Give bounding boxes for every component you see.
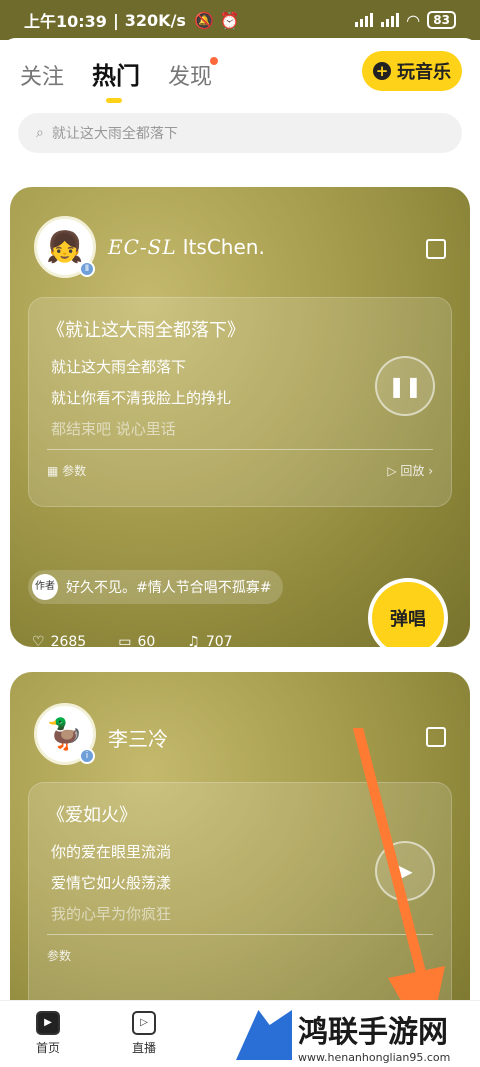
- network-speed: 320K/s: [124, 10, 186, 30]
- topic-text: 好久不见。#情人节合唱不孤寡#: [66, 580, 272, 596]
- post-stats: ♡ 2685 ▭ 60 ♫ 707: [32, 634, 233, 647]
- main-sheet: 关注 热门 发现 + 玩音乐 ⌕ 就让这大雨全都落下 👧 Ⅱ EC-SL ItsC…: [0, 38, 480, 1067]
- params-label[interactable]: 参数: [47, 947, 71, 964]
- sing-button[interactable]: 弹唱: [368, 578, 448, 647]
- notification-dot: [210, 57, 219, 65]
- nav-home[interactable]: ▶ 首页: [18, 1011, 78, 1056]
- comment-stat[interactable]: ▭ 60: [118, 634, 155, 647]
- pause-icon[interactable]: ❚❚: [375, 356, 435, 416]
- nav-live-label: 直播: [131, 1041, 156, 1055]
- avatar[interactable]: 🦆 i: [34, 703, 96, 765]
- song-title: 《就让这大雨全都落下》: [47, 320, 245, 341]
- heartbeat-icon: ♡: [32, 634, 45, 647]
- params-button[interactable]: ▦ 参数: [47, 462, 86, 479]
- lyric-line: 都结束吧 说心里话: [51, 420, 176, 438]
- status-bar: 上午10:39 | 320K/s 🔕 ⏰ ◠ 83: [0, 0, 480, 40]
- duet-count: 707: [205, 634, 233, 647]
- watermark-logo: [236, 1010, 292, 1060]
- username[interactable]: EC-SL ItsChen.: [108, 235, 265, 259]
- signal-icon-2: [380, 13, 399, 27]
- username-text: ItsChen.: [182, 235, 265, 259]
- verified-badge-icon: Ⅱ: [79, 261, 95, 277]
- live-icon: ▷: [132, 1011, 156, 1035]
- share-icon[interactable]: [426, 239, 446, 259]
- avatar[interactable]: 👧 Ⅱ: [34, 216, 96, 278]
- lyric-line: 就让这大雨全都落下: [51, 358, 187, 376]
- verified-badge-icon: i: [79, 748, 95, 764]
- nav-live[interactable]: ▷ 直播: [114, 1011, 174, 1056]
- watermark-brand: 鸿联手游网: [298, 1014, 448, 1050]
- battery-icon: 83: [427, 11, 456, 29]
- like-count: 2685: [50, 634, 87, 647]
- replay-button[interactable]: ▷ 回放 ›: [387, 462, 433, 479]
- wifi-icon: ◠: [406, 10, 420, 30]
- watermark: 鸿联手游网 www.henanhonglian95.com: [232, 1006, 472, 1064]
- tab-hot[interactable]: 热门: [92, 56, 140, 103]
- plus-icon: +: [373, 62, 391, 80]
- topic-tag[interactable]: 作者 好久不见。#情人节合唱不孤寡#: [28, 570, 284, 604]
- post-card[interactable]: 👧 Ⅱ EC-SL ItsChen. 《就让这大雨全都落下》 就让这大雨全都落下 …: [10, 187, 470, 647]
- lyric-footer: ▦ 参数 ▷ 回放 ›: [47, 450, 433, 491]
- username-script: EC-SL: [108, 235, 177, 259]
- duet-stat[interactable]: ♫ 707: [187, 634, 232, 647]
- tab-discover-label: 发现: [168, 65, 213, 90]
- like-stat[interactable]: ♡ 2685: [32, 634, 86, 647]
- nav-home-label: 首页: [35, 1041, 60, 1055]
- params-label: 参数: [62, 464, 87, 478]
- comment-icon: ▭: [118, 634, 132, 647]
- author-badge: 作者: [32, 574, 58, 600]
- lyric-panel[interactable]: 《就让这大雨全都落下》 就让这大雨全都落下 就让你看不清我脸上的挣扎 都结束吧 …: [28, 297, 452, 507]
- tab-discover[interactable]: 发现: [168, 57, 219, 91]
- play-music-button[interactable]: + 玩音乐: [362, 51, 462, 91]
- search-input[interactable]: ⌕ 就让这大雨全都落下: [18, 113, 462, 153]
- mute-icon: 🔕: [193, 10, 214, 30]
- comment-count: 60: [137, 634, 156, 647]
- alarm-icon: ⏰: [219, 10, 240, 30]
- replay-label: 回放: [400, 464, 425, 478]
- username[interactable]: 李三冷: [108, 723, 168, 752]
- duet-icon: ♫: [187, 634, 200, 647]
- top-tabs: 关注 热门 发现: [20, 56, 219, 103]
- avatar-image: 👧: [46, 229, 84, 265]
- play-music-label: 玩音乐: [397, 62, 451, 83]
- search-icon: ⌕: [36, 125, 44, 141]
- status-time: 上午10:39: [24, 12, 107, 31]
- watermark-url: www.henanhonglian95.com: [298, 1050, 451, 1064]
- avatar-image: 🦆: [46, 716, 84, 752]
- home-icon: ▶: [36, 1011, 60, 1035]
- tab-follow[interactable]: 关注: [20, 59, 64, 91]
- signal-icon: [354, 13, 373, 27]
- search-placeholder: 就让这大雨全都落下: [51, 126, 178, 142]
